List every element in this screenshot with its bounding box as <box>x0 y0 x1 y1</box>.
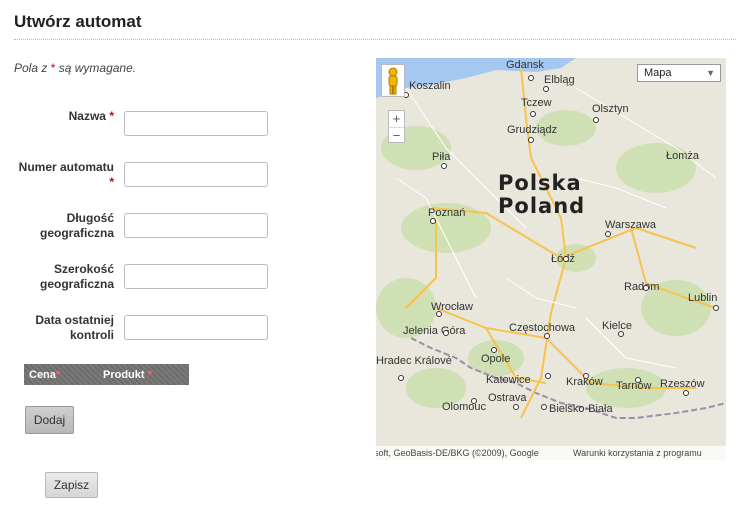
map-view[interactable]: Polska Poland Gdansk Elbląg Koszalin Tcz… <box>376 58 726 460</box>
product-column-header: Produkt * <box>103 369 152 381</box>
price-column-header: Cena* <box>29 369 61 381</box>
city-rzeszow: Rzeszów <box>660 378 705 390</box>
title-divider <box>14 39 736 40</box>
latitude-label: Szerokość geograficzna <box>39 262 114 291</box>
chevron-down-icon: ▼ <box>706 68 715 78</box>
city-kielce: Kielce <box>602 320 632 332</box>
last-inspection-input[interactable] <box>124 315 268 340</box>
city-lublin: Lublin <box>688 292 717 304</box>
product-table-header: Cena* Produkt * <box>24 364 189 385</box>
last-inspection-label: Data ostatniej kontroli <box>35 313 114 342</box>
street-view-pegman-icon[interactable] <box>381 64 405 97</box>
city-elblag: Elbląg <box>544 74 575 86</box>
city-pila: Piła <box>432 151 451 163</box>
city-radom: Radom <box>624 281 659 293</box>
save-button[interactable]: Zapisz <box>45 472 98 498</box>
city-gdansk: Gdansk <box>506 59 544 71</box>
page-title: Utwórz automat <box>14 12 142 31</box>
map-canvas: Polska Poland Gdansk Elbląg Koszalin Tcz… <box>376 58 726 419</box>
country-label-en: Poland <box>498 194 585 218</box>
map-attribution: rsoft, GeoBasis-DE/BKG (©2009), Google W… <box>376 446 726 460</box>
city-wroclaw: Wrocław <box>431 301 473 313</box>
city-grudziadz: Grudziądz <box>507 124 557 136</box>
city-lomza: Łomża <box>666 150 700 162</box>
name-label: Nazwa * <box>68 109 114 123</box>
city-tarnow: Tarnów <box>616 380 652 392</box>
zoom-in-button[interactable]: + <box>389 111 404 127</box>
map-terms-link[interactable]: Warunki korzystania z programu <box>573 446 702 460</box>
longitude-input[interactable] <box>124 213 268 238</box>
city-olsztyn: Olsztyn <box>592 103 629 115</box>
required-note: Pola z * są wymagane. <box>14 61 137 75</box>
country-label-pl: Polska <box>498 171 582 195</box>
city-koszalin: Koszalin <box>409 80 451 92</box>
latitude-input[interactable] <box>124 264 268 289</box>
city-jelenia-gora: Jelenia Góra <box>403 325 466 337</box>
city-olomouc: Olomouc <box>442 401 487 413</box>
city-katowice: Katowice <box>486 374 531 386</box>
machine-number-label: Numer automatu * <box>18 160 114 189</box>
city-czestochowa: Częstochowa <box>509 322 576 334</box>
name-input[interactable] <box>124 111 268 136</box>
city-ostrava: Ostrava <box>488 392 527 404</box>
longitude-label: Długość geograficzna <box>39 211 114 240</box>
city-hradec-kralove: Hradec Králové <box>376 355 452 367</box>
machine-number-input[interactable] <box>124 162 268 187</box>
city-tczew: Tczew <box>521 97 552 109</box>
city-lodz: Łódź <box>551 253 575 265</box>
zoom-out-button[interactable]: − <box>389 127 404 144</box>
zoom-control: + − <box>388 110 405 143</box>
city-warszawa: Warszawa <box>605 219 657 231</box>
city-poznan: Poznań <box>428 207 465 219</box>
city-bielsko-biala: Bielsko-Biała <box>549 403 613 415</box>
city-opole: Opole <box>481 353 510 365</box>
add-button[interactable]: Dodaj <box>25 406 74 434</box>
map-type-select[interactable]: Mapa ▼ <box>637 64 721 82</box>
